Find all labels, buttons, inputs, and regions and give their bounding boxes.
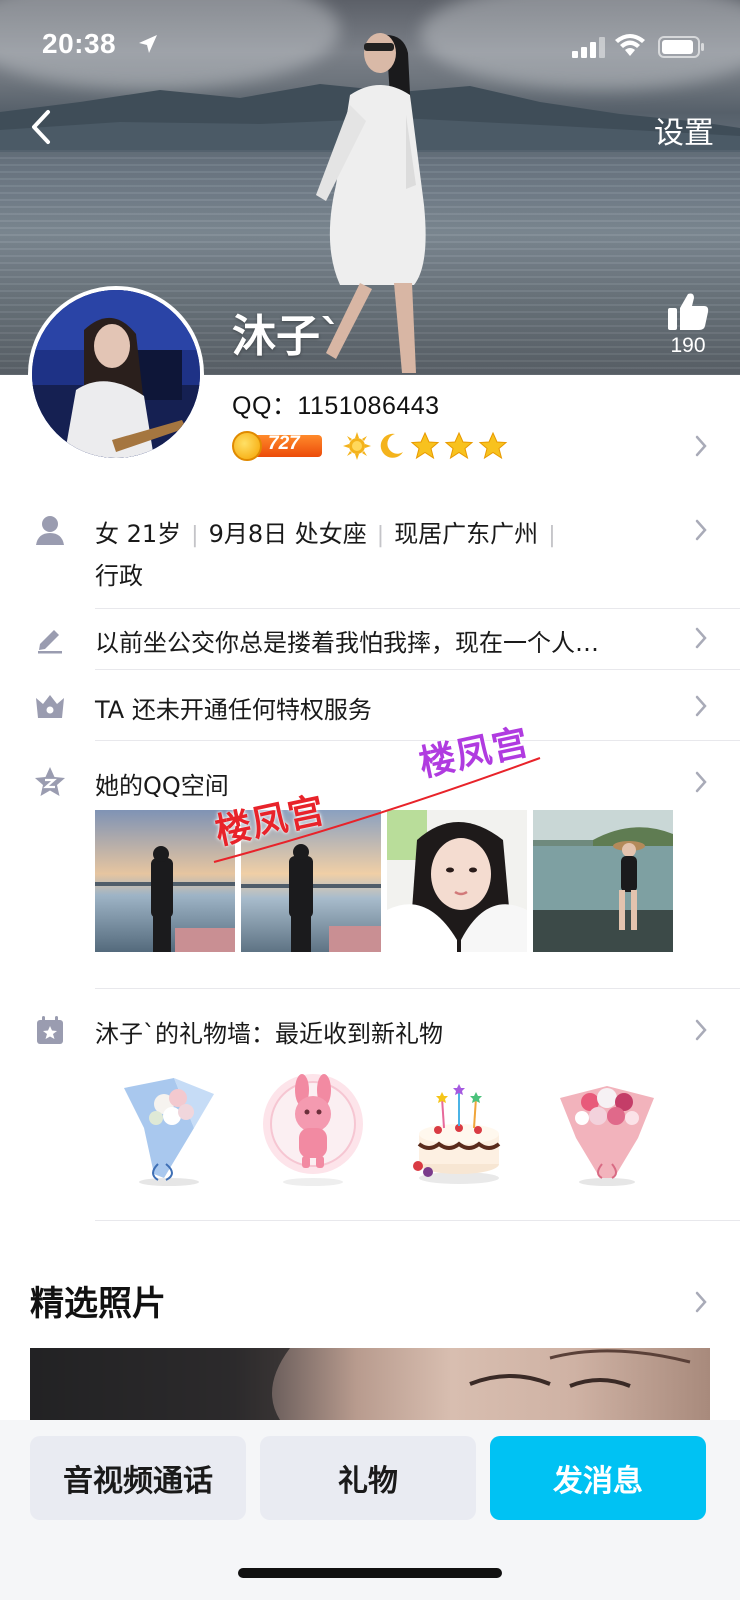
status-bar: 20:38 — [0, 0, 740, 90]
person-icon — [36, 516, 64, 545]
avatar-image — [32, 290, 200, 458]
gift-wall-title: 沐子`的礼物墙：最近收到新礼物 — [95, 1020, 443, 1048]
chevron-right-icon[interactable] — [694, 1290, 708, 1314]
location-arrow-icon — [139, 35, 157, 53]
qzone-title: 她的QQ空间 — [95, 772, 229, 800]
divider — [95, 669, 740, 670]
occupation: 行政 — [95, 562, 143, 590]
avatar[interactable] — [28, 286, 204, 462]
divider — [95, 608, 740, 609]
signature-row[interactable]: 以前坐公交你总是搂着我怕我摔，现在一个人… — [0, 610, 740, 668]
privilege-row[interactable]: TA 还未开通任何特权服务 — [0, 672, 740, 738]
sun-icon — [343, 432, 371, 460]
qq-number: QQ：1151086443 — [232, 392, 440, 420]
home-indicator[interactable] — [238, 1568, 502, 1578]
privilege-text: TA 还未开通任何特权服务 — [95, 696, 372, 724]
cellular-signal-icon — [572, 37, 605, 58]
bunny-icon — [263, 1074, 363, 1186]
featured-photo[interactable] — [30, 1348, 710, 1420]
bouquet-icon — [124, 1078, 214, 1186]
level-icons — [342, 431, 508, 461]
birthday-zodiac: 9月8日 处女座 — [208, 520, 367, 548]
like-button[interactable]: 190 — [660, 290, 716, 358]
qq-level-row[interactable]: 727 — [232, 428, 508, 464]
status-time: 20:38 — [42, 28, 117, 59]
chevron-right-icon — [695, 1019, 707, 1041]
wifi-icon — [615, 34, 645, 56]
signature-text: 以前坐公交你总是搂着我怕我摔，现在一个人… — [95, 629, 599, 657]
coin-level-value: 727 — [268, 433, 300, 454]
crown-icon — [36, 695, 64, 718]
gift-pink-bouquet[interactable] — [552, 1068, 662, 1188]
qzone-photo[interactable] — [533, 810, 673, 952]
chevron-right-icon — [695, 695, 707, 717]
like-count: 190 — [670, 334, 706, 357]
divider — [95, 988, 740, 989]
gift-calendar-icon — [37, 1016, 63, 1044]
divider — [95, 1220, 740, 1221]
chevron-right-icon — [695, 627, 707, 649]
settings-button[interactable]: 设置 — [654, 108, 714, 152]
av-call-button[interactable]: 音视频通话 — [30, 1436, 246, 1520]
thumbs-up-icon — [668, 293, 709, 330]
bouquet-icon — [560, 1086, 654, 1186]
star-icon — [410, 431, 440, 460]
back-button[interactable] — [26, 104, 60, 150]
gift-button[interactable]: 礼物 — [260, 1436, 476, 1520]
qzone-star-icon — [35, 767, 65, 796]
star-icon — [478, 431, 508, 460]
gift-wall-row[interactable]: 沐子`的礼物墙：最近收到新礼物 — [0, 1010, 740, 1054]
gender-age: 女 21岁 — [95, 520, 182, 548]
coin-level-badge: 727 — [232, 431, 322, 461]
moon-icon — [380, 433, 403, 458]
gift-blue-bouquet[interactable] — [114, 1068, 224, 1188]
coin-icon — [232, 431, 262, 461]
featured-photos-title: 精选照片 — [30, 1284, 166, 1324]
basic-info-row[interactable]: 女 21岁 | 9月8日 处女座 | 现居广东广州 | 行政 — [0, 500, 740, 600]
basic-info-text: 女 21岁 | 9月8日 处女座 | 现居广东广州 | — [95, 520, 556, 548]
star-icon — [444, 431, 474, 460]
send-message-button[interactable]: 发消息 — [490, 1436, 706, 1520]
chevron-right-icon — [695, 519, 707, 541]
cake-icon — [413, 1084, 501, 1184]
gift-pink-bunny[interactable] — [258, 1068, 368, 1188]
profile-nickname: 沐子` — [232, 311, 342, 362]
chevron-right-icon[interactable] — [694, 434, 708, 458]
location: 现居广东广州 — [394, 520, 539, 548]
gift-birthday-cake[interactable] — [404, 1068, 514, 1188]
pencil-icon — [38, 630, 62, 654]
battery-icon — [658, 36, 704, 58]
chevron-right-icon — [695, 771, 707, 793]
